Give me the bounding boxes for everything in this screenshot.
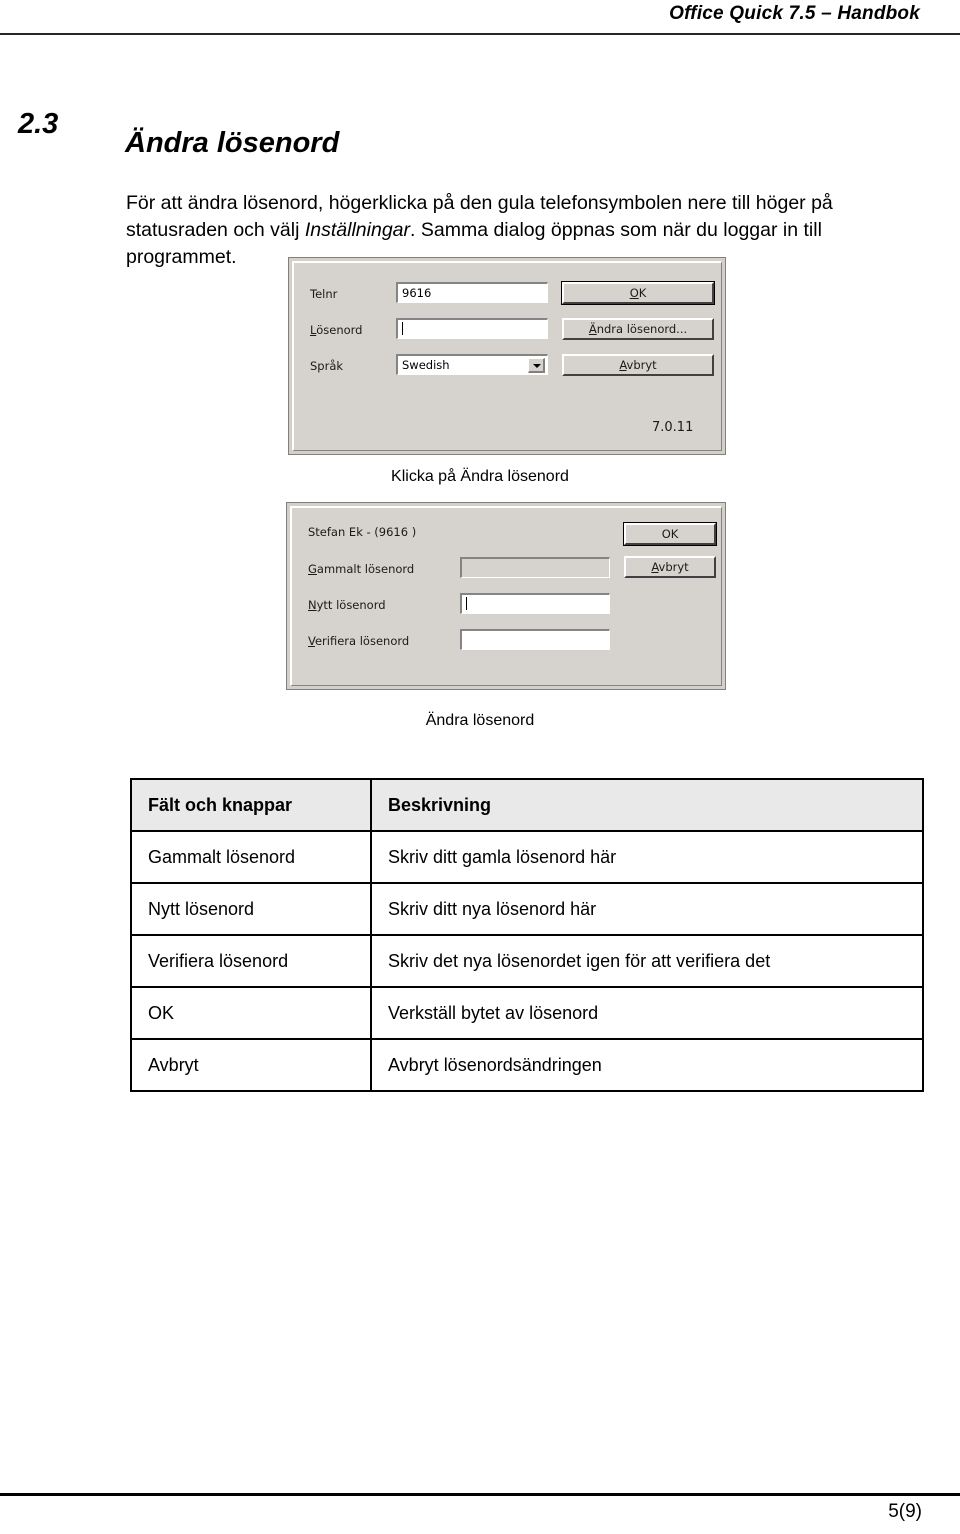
change-password-ok-button-label: OK	[661, 527, 679, 541]
table-cell-description: Verkställ bytet av lösenord	[370, 986, 924, 1040]
verify-password-input[interactable]	[460, 629, 610, 650]
telnr-input[interactable]: 9616	[396, 282, 548, 303]
login-cancel-button-label: Avbryt	[619, 358, 657, 372]
table-row: OK Verkställ bytet av lösenord	[130, 986, 924, 1040]
old-password-label: Gammalt lösenord	[308, 562, 415, 576]
version-label: 7.0.11	[652, 420, 694, 435]
table-cell-description: Skriv ditt nya lösenord här	[370, 882, 924, 936]
dialog-user-title: Stefan Ek - (9616 )	[308, 525, 417, 539]
verify-password-label: Verifiera lösenord	[308, 634, 410, 648]
change-password-cancel-button-label: Avbryt	[651, 560, 689, 574]
new-password-input[interactable]	[460, 593, 610, 614]
login-ok-button[interactable]: OK	[561, 281, 715, 305]
paragraph-emphasis: Inställningar	[304, 218, 411, 241]
table-header-row: Fält och knappar Beskrivning	[130, 778, 924, 832]
change-password-button[interactable]: Ändra lösenord...	[562, 318, 714, 340]
table-row: Gammalt lösenord Skriv ditt gamla löseno…	[130, 830, 924, 884]
change-password-dialog-screenshot: Stefan Ek - (9616 ) Gammalt lösenord Nyt…	[286, 502, 726, 690]
old-password-input[interactable]	[460, 557, 610, 578]
table-row: Avbryt Avbryt lösenordsändringen	[130, 1038, 924, 1092]
table-header-description: Beskrivning	[370, 778, 924, 832]
table-header-field: Fält och knappar	[130, 778, 372, 832]
table-cell-field: Nytt lösenord	[130, 882, 372, 936]
losenord-input[interactable]	[396, 318, 548, 339]
page-number: 5(9)	[888, 1501, 922, 1522]
fields-and-buttons-table: Fält och knappar Beskrivning Gammalt lös…	[130, 778, 924, 1092]
table-cell-description: Avbryt lösenordsändringen	[370, 1038, 924, 1092]
table-row: Nytt lösenord Skriv ditt nya lösenord hä…	[130, 882, 924, 936]
change-password-dialog-surface: Stefan Ek - (9616 ) Gammalt lösenord Nyt…	[290, 506, 722, 686]
chevron-down-icon[interactable]	[528, 358, 545, 373]
page-title: Ändra lösenord	[125, 127, 340, 160]
table-cell-field: Gammalt lösenord	[130, 830, 372, 884]
telnr-input-value: 9616	[402, 286, 432, 300]
document-header-title: Office Quick 7.5 – Handbok	[669, 3, 920, 24]
table-cell-description: Skriv ditt gamla lösenord här	[370, 830, 924, 884]
losenord-label: Lösenord	[310, 323, 363, 337]
change-password-ok-button[interactable]: OK	[623, 522, 717, 546]
caption-click-change-password: Klicka på Ändra lösenord	[391, 468, 569, 485]
sprak-label: Språk	[310, 359, 344, 373]
login-dialog-screenshot: Telnr 9616 Lösenord Språk Swedish OK Änd…	[288, 257, 726, 455]
sprak-select-value: Swedish	[402, 358, 450, 372]
table-cell-field: Verifiera lösenord	[130, 934, 372, 988]
sprak-select[interactable]: Swedish	[396, 354, 548, 375]
change-password-cancel-button[interactable]: Avbryt	[624, 556, 716, 578]
header-divider	[0, 33, 960, 35]
text-caret	[402, 322, 403, 335]
table-cell-description: Skriv det nya lösenordet igen för att ve…	[370, 934, 924, 988]
caption-change-password: Ändra lösenord	[425, 712, 535, 729]
section-number: 2.3	[18, 108, 59, 140]
login-ok-button-label: OK	[629, 286, 647, 300]
login-cancel-button[interactable]: Avbryt	[562, 354, 714, 376]
telnr-label: Telnr	[310, 287, 338, 301]
login-dialog-surface: Telnr 9616 Lösenord Språk Swedish OK Änd…	[292, 261, 722, 451]
table-cell-field: OK	[130, 986, 372, 1040]
table-cell-field: Avbryt	[130, 1038, 372, 1092]
text-caret	[466, 597, 467, 610]
new-password-label: Nytt lösenord	[308, 598, 386, 612]
change-password-button-label: Ändra lösenord...	[588, 322, 688, 336]
footer-divider	[0, 1493, 960, 1496]
table-row: Verifiera lösenord Skriv det nya lösenor…	[130, 934, 924, 988]
page-header: Office Quick 7.5 – Handbok	[0, 0, 960, 36]
